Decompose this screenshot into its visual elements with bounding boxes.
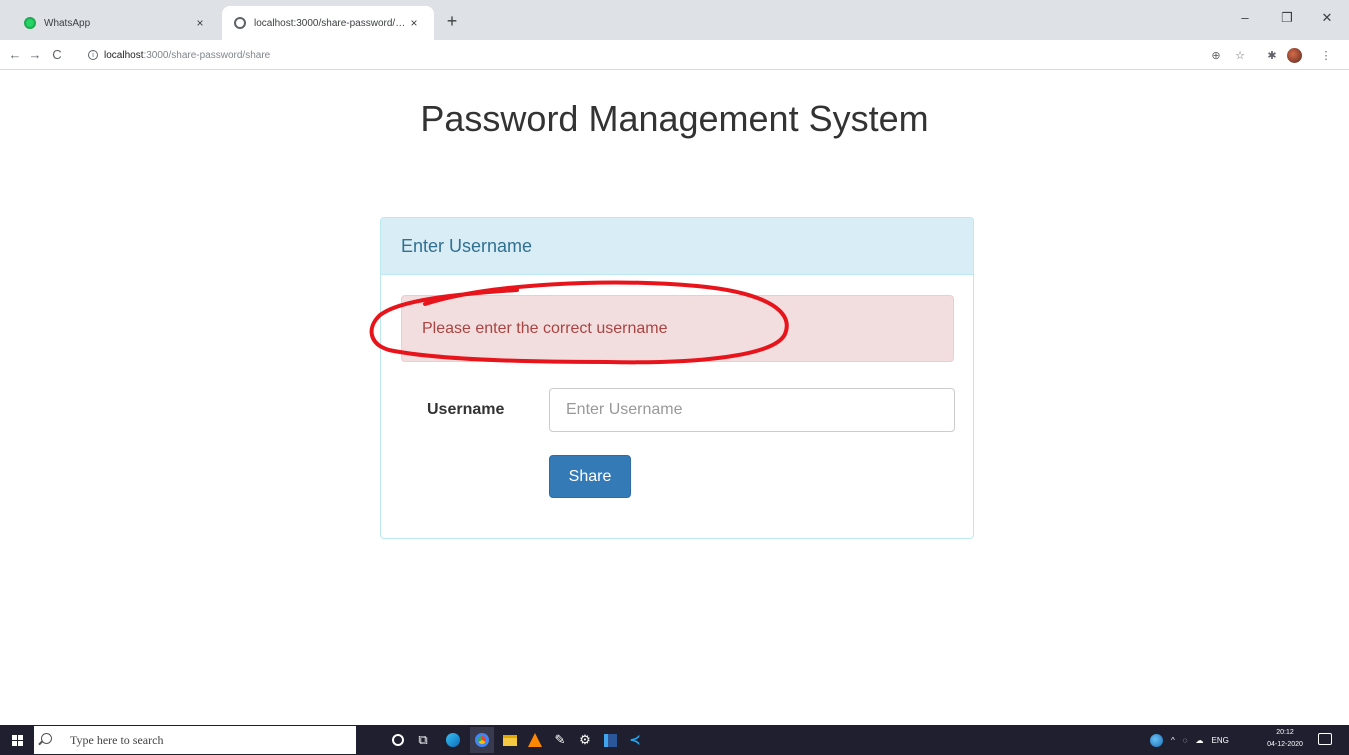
url-host: localhost [104, 49, 144, 61]
settings-gear-icon[interactable]: ⚙ [577, 732, 593, 748]
new-tab-button[interactable]: + [442, 11, 462, 31]
address-bar[interactable]: i localhost:3000/share-password/share [74, 44, 1254, 66]
tab-title: WhatsApp [44, 17, 91, 29]
info-icon[interactable]: i [88, 50, 98, 60]
browser-tab-strip: WhatsApp × localhost:3000/share-password… [0, 0, 1349, 40]
search-icon [41, 733, 52, 744]
cloud-icon[interactable]: ☁ [1196, 736, 1204, 745]
share-button[interactable]: Share [549, 455, 631, 498]
network-icon[interactable]: ◌ [1183, 736, 1188, 745]
paint-icon[interactable]: ✎ [552, 732, 568, 748]
notification-center-icon[interactable] [1318, 733, 1332, 745]
tab-whatsapp[interactable]: WhatsApp × [12, 6, 220, 40]
task-view-icon[interactable]: ⧉ [415, 732, 431, 748]
vlc-icon[interactable] [527, 732, 543, 748]
panel-heading: Enter Username [381, 218, 973, 275]
close-icon[interactable]: × [192, 16, 208, 30]
edge-icon[interactable] [445, 732, 461, 748]
tray-chevron-icon[interactable]: ^ [1171, 736, 1175, 745]
taskbar-search-placeholder: Type here to search [70, 732, 164, 747]
username-input[interactable] [549, 388, 955, 432]
taskbar-search[interactable]: Type here to search [34, 726, 356, 754]
close-icon[interactable]: × [406, 16, 422, 30]
tab-share-password[interactable]: localhost:3000/share-password/share × [222, 6, 434, 40]
word-icon[interactable] [602, 732, 618, 748]
whatsapp-icon [24, 17, 36, 29]
system-tray: ^ ◌ ☁ ENG [1150, 725, 1237, 755]
forward-button[interactable]: → [26, 46, 44, 64]
extensions-icon[interactable]: ✱ [1264, 48, 1280, 64]
username-label: Username [427, 401, 505, 418]
maximize-button[interactable]: ❐ [1272, 10, 1302, 26]
browser-toolbar: ← → C i localhost:3000/share-password/sh… [0, 40, 1349, 70]
file-explorer-icon[interactable] [502, 732, 518, 748]
start-button[interactable] [0, 725, 34, 755]
url-path: :3000/share-password/share [143, 49, 271, 61]
profile-avatar[interactable] [1287, 48, 1302, 63]
zoom-icon[interactable]: ⊕ [1208, 48, 1224, 64]
tab-title: localhost:3000/share-password/share [254, 17, 406, 29]
taskbar-clock[interactable]: 20:12 04-12-2020 [1260, 727, 1310, 751]
globe-icon [234, 17, 246, 29]
minimize-button[interactable]: – [1230, 10, 1260, 25]
close-window-button[interactable]: ✕ [1312, 10, 1342, 26]
browser-menu-icon[interactable]: ⋮ [1318, 48, 1334, 64]
reload-button[interactable]: C [48, 46, 66, 64]
language-indicator[interactable]: ENG [1212, 736, 1229, 745]
chrome-icon[interactable] [470, 727, 494, 753]
vscode-icon[interactable]: ≺ [627, 732, 643, 748]
clock-date: 04-12-2020 [1267, 741, 1303, 748]
back-button[interactable]: ← [6, 46, 24, 64]
bookmark-star-icon[interactable]: ☆ [1232, 48, 1248, 64]
error-alert-text: Please enter the correct username [422, 319, 668, 337]
cortana-icon[interactable] [390, 732, 406, 748]
share-panel: Enter Username Please enter the correct … [369, 217, 974, 539]
clock-time: 20:12 [1276, 729, 1294, 736]
weather-globe-icon[interactable] [1150, 733, 1163, 747]
windows-taskbar: Type here to search ⧉ ✎ ⚙ ≺ ^ ◌ ☁ ENG 20… [0, 725, 1349, 755]
page-title: Password Management System [420, 98, 929, 139]
windows-logo-icon [11, 734, 23, 746]
error-alert: Please enter the correct username [401, 295, 954, 362]
